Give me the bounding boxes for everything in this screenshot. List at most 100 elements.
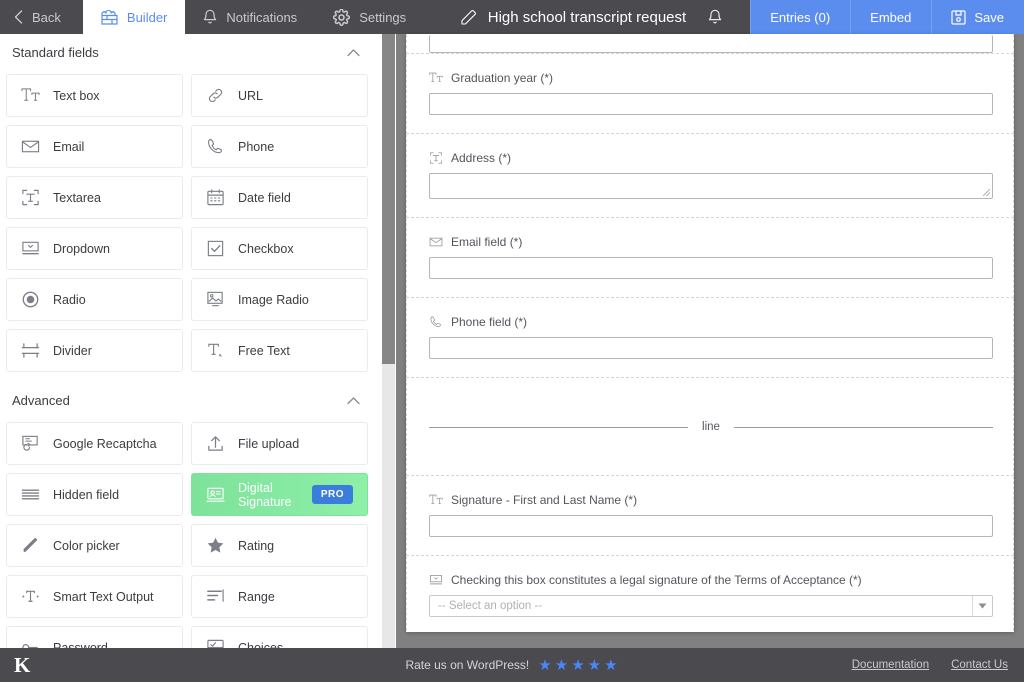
field-card-rating[interactable]: Rating [191,524,368,567]
pencil-icon [23,538,37,553]
form-field-row-email[interactable]: Email field (*) [406,218,1014,298]
divider-rule-right [733,426,993,428]
field-card-phone[interactable]: Phone [191,125,368,168]
fields-sidebar: Standard fields Text box URL Email Phone… [0,34,396,648]
save-button[interactable]: Save [931,0,1024,34]
field-label-text: Phone field (*) [451,315,528,329]
signature-name-input[interactable] [429,515,993,537]
form-field-row-phone[interactable]: Phone field (*) [406,298,1014,378]
field-card-label: Dropdown [53,241,110,256]
field-card-radio[interactable]: Radio [6,278,183,321]
field-card-smart-text-output[interactable]: Smart Text Output [6,575,183,618]
field-card-image-radio[interactable]: Image Radio [191,278,368,321]
chevron-up-icon[interactable] [347,46,360,59]
form-field-row-graduation-year[interactable]: Graduation year (*) [406,54,1014,134]
field-card-label: Checkbox [238,241,294,256]
free-text-icon [208,343,223,357]
field-label-terms-acceptance: Checking this box constitutes a legal si… [429,573,993,587]
notifications-bell-button[interactable] [686,0,740,34]
chevron-down-icon[interactable] [972,596,992,616]
field-card-textarea[interactable]: Textarea [6,176,183,219]
field-card-label: Phone [238,139,275,154]
chevron-up-icon[interactable] [347,394,360,407]
tab-settings[interactable]: Settings [315,0,424,34]
dropdown-icon [429,575,443,585]
sidebar-scrollbar-thumb[interactable] [382,34,395,364]
field-card-label: Image Radio [238,292,309,307]
sidebar-section-standard-fields[interactable]: Standard fields [0,34,382,74]
form-field-row-address[interactable]: Address (*) [406,134,1014,218]
save-icon [951,9,966,25]
textarea-icon [429,152,443,164]
field-card-color-picker[interactable]: Color picker [6,524,183,567]
field-card-text-box[interactable]: Text box [6,74,183,117]
entries-button[interactable]: Entries (0) [750,0,851,34]
image-radio-icon [207,291,223,307]
field-card-checkbox[interactable]: Checkbox [191,227,368,270]
sidebar-section-advanced[interactable]: Advanced [0,382,382,422]
field-label-signature-name: Signature - First and Last Name (*) [429,493,993,507]
link-icon [208,88,223,103]
terms-acceptance-select[interactable]: -- Select an option -- [429,595,993,617]
field-card-url[interactable]: URL [191,74,368,117]
star-icon[interactable]: ★ [538,656,552,674]
signature-icon [206,487,225,502]
bell-icon [204,9,217,24]
embed-button[interactable]: Embed [850,0,932,34]
divider-icon [21,343,40,358]
field-card-free-text[interactable]: Free Text [191,329,368,372]
address-textarea[interactable] [429,173,993,199]
field-card-email[interactable]: Email [6,125,183,168]
star-icon[interactable]: ★ [555,656,569,674]
pro-badge: PRO [311,485,353,504]
form-field-row-terms-acceptance[interactable]: Checking this box constitutes a legal si… [406,556,1014,632]
field-card-label: URL [238,88,264,103]
tab-builder-label: Builder [126,9,168,25]
field-card-range[interactable]: Range [191,575,368,618]
recaptcha-icon [22,435,38,451]
field-card-label: Email [53,139,85,154]
star-icon[interactable]: ★ [604,656,618,674]
text-box-icon [21,88,40,101]
divider-element: line [429,395,993,457]
field-card-google-recaptcha[interactable]: Google Recaptcha [6,422,183,465]
tab-builder[interactable]: Builder [82,0,186,34]
section-title-advanced: Advanced [12,392,70,408]
back-button[interactable]: Back [0,0,83,34]
form-title[interactable]: High school transcript request [461,0,686,34]
envelope-icon [21,140,40,153]
field-card-label: Divider [53,343,92,358]
partial-text-input[interactable] [429,35,993,53]
field-label-text: Signature - First and Last Name (*) [451,493,638,507]
field-card-date-field[interactable]: Date field [191,176,368,219]
graduation-year-input[interactable] [429,93,993,115]
form-field-row-divider[interactable]: line [406,378,1014,476]
tab-notifications[interactable]: Notifications [185,0,315,34]
field-label-text: Checking this box constitutes a legal si… [451,573,862,587]
field-card-divider[interactable]: Divider [6,329,183,372]
star-icon[interactable]: ★ [588,656,602,674]
phone-icon [207,138,223,154]
field-card-password[interactable]: Password [6,626,183,648]
field-card-label: Choices [238,640,284,649]
embed-label: Embed [870,9,912,25]
field-card-dropdown[interactable]: Dropdown [6,227,183,270]
envelope-icon [429,237,443,247]
form-field-row-partial[interactable] [406,34,1014,54]
star-icon[interactable]: ★ [571,656,585,674]
field-card-hidden-field[interactable]: Hidden field [6,473,183,516]
field-card-label: Date field [238,190,291,205]
email-input[interactable] [429,257,993,279]
form-field-row-signature-name[interactable]: Signature - First and Last Name (*) [406,476,1014,556]
rating-stars[interactable]: ★ ★ ★ ★ ★ [538,656,618,674]
phone-input[interactable] [429,337,993,359]
sidebar-scrollbar[interactable] [382,34,395,648]
field-card-digital-signature[interactable]: Digital Signature PRO [191,473,368,516]
field-card-label: Rating [238,538,275,553]
field-label-text: Email field (*) [451,235,523,249]
field-card-file-upload[interactable]: File upload [191,422,368,465]
form-preview-card: Graduation year (*) Address (*) Email fi… [406,34,1014,632]
field-card-label: Radio [53,292,86,307]
choices-icon [207,639,224,648]
field-card-choices[interactable]: Choices [191,626,368,648]
